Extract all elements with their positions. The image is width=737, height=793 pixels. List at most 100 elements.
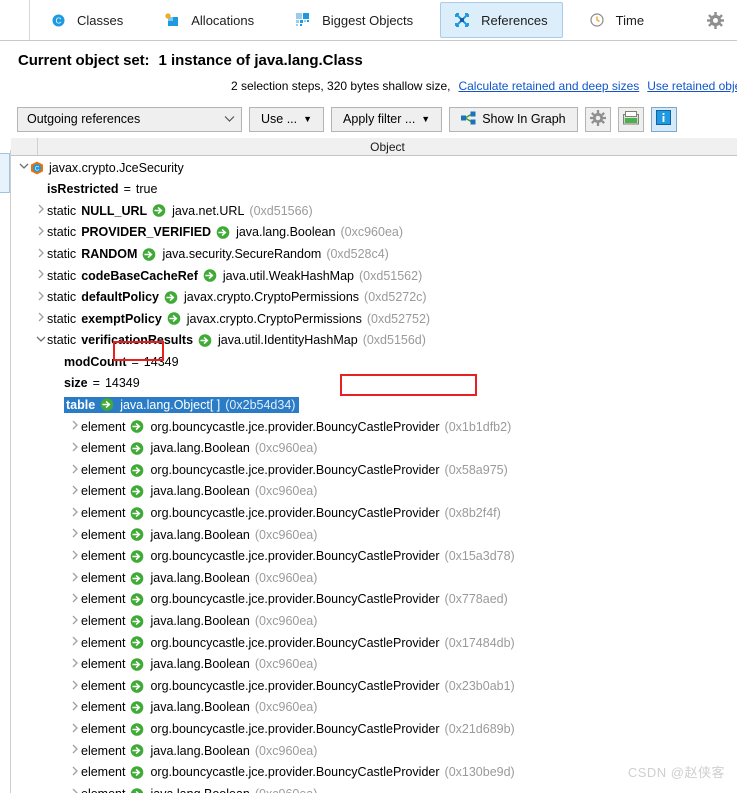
reference-arrow-icon <box>130 420 145 434</box>
row-type: java.lang.Boolean <box>150 700 250 715</box>
chevron-right-icon[interactable] <box>68 766 81 779</box>
chevron-right-icon[interactable] <box>68 744 81 757</box>
reference-arrow-icon <box>203 269 218 283</box>
table-row[interactable]: isRestricted = true <box>11 179 737 201</box>
table-row[interactable]: static PROVIDER_VERIFIED java.lang.Boolean… <box>11 222 737 244</box>
table-row[interactable]: static defaultPolicy javax.crypto.CryptoPe… <box>11 287 737 309</box>
collapsed-side-panel[interactable] <box>0 150 11 793</box>
chevron-right-icon[interactable] <box>68 701 81 714</box>
table-row[interactable]: static RANDOM java.security.SecureRandom (0… <box>11 243 737 265</box>
table-row[interactable]: element org.bouncycastle.jce.provider.Bou… <box>11 503 737 525</box>
show-in-graph-button[interactable]: Show In Graph <box>449 106 578 132</box>
chevron-right-icon[interactable] <box>68 420 81 433</box>
row-address: (0xd5272c) <box>364 290 427 305</box>
apply-filter-button[interactable]: Apply filter ... ▼ <box>331 106 443 132</box>
chevron-right-icon[interactable] <box>68 485 81 498</box>
chevron-right-icon[interactable] <box>68 788 81 793</box>
table-row[interactable]: element org.bouncycastle.jce.provider.Bou… <box>11 632 737 654</box>
row-field-name: exemptPolicy <box>81 311 162 326</box>
reference-mode-select[interactable]: Outgoing references <box>17 106 242 132</box>
chevron-down-icon[interactable] <box>34 335 47 346</box>
table-row[interactable]: element org.bouncycastle.jce.provider.Bou… <box>11 546 737 568</box>
chevron-right-icon[interactable] <box>68 528 81 541</box>
tab-classes[interactable]: C Classes <box>36 2 138 38</box>
chevron-right-icon[interactable] <box>68 658 81 671</box>
chevron-right-icon[interactable] <box>68 680 81 693</box>
row-type: java.lang.Object[ ] <box>120 397 221 412</box>
reference-arrow-icon <box>216 226 231 239</box>
tab-biggest-objects[interactable]: Biggest Objects <box>281 2 428 38</box>
table-row[interactable]: static NULL_URL java.net.URL (0xd51566) <box>11 200 737 222</box>
table-row[interactable]: element java.lang.Boolean (0xc960ea) <box>11 654 737 676</box>
table-row[interactable]: modCount = 14349 <box>11 351 737 373</box>
reference-arrow-icon <box>130 442 145 455</box>
row-field-name: element <box>81 462 126 477</box>
export-button[interactable] <box>617 106 644 132</box>
side-panel-expand-handle[interactable] <box>0 153 10 193</box>
apply-filter-label: Apply filter ... <box>343 112 416 126</box>
chevron-right-icon[interactable] <box>68 550 81 563</box>
chevron-right-icon[interactable] <box>68 723 81 736</box>
chevron-right-icon[interactable] <box>68 572 81 585</box>
chevron-right-icon[interactable] <box>68 593 81 606</box>
table-row[interactable]: element java.lang.Boolean (0xc960ea) <box>11 524 737 546</box>
table-row[interactable]: element java.lang.Boolean (0xc960ea) <box>11 740 737 762</box>
table-row[interactable]: element java.lang.Boolean (0xc960ea) <box>11 481 737 503</box>
chevron-right-icon[interactable] <box>68 442 81 455</box>
info-button[interactable] <box>650 106 677 132</box>
row-field-name: element <box>81 419 126 434</box>
reference-arrow-icon <box>130 766 145 779</box>
table-row[interactable]: element java.lang.Boolean (0xc960ea) <box>11 783 737 793</box>
table-row[interactable]: static verificationResults java.util.Ident… <box>11 330 737 352</box>
row-content: element org.bouncycastle.jce.provider.Bou… <box>81 419 511 434</box>
chevron-right-icon[interactable] <box>68 464 81 477</box>
chevron-down-icon[interactable] <box>17 162 30 173</box>
table-row[interactable]: element java.lang.Boolean (0xc960ea) <box>11 567 737 589</box>
tab-references[interactable]: References <box>440 2 563 38</box>
reference-arrow-icon <box>130 528 145 542</box>
use-menu-button[interactable]: Use ... ▼ <box>249 106 325 132</box>
tab-time[interactable]: Time <box>575 2 659 38</box>
calculate-retained-deep-sizes-link[interactable]: Calculate retained and deep sizes <box>458 79 639 93</box>
chevron-right-icon[interactable] <box>68 636 81 649</box>
tab-allocations[interactable]: Allocations <box>150 2 269 38</box>
chevron-right-icon[interactable] <box>34 291 47 304</box>
toolbar-settings-button[interactable] <box>584 106 611 132</box>
chevron-right-icon[interactable] <box>34 312 47 325</box>
row-type: org.bouncycastle.jce.provider.BouncyCast… <box>150 635 440 650</box>
chevron-down-icon[interactable] <box>51 400 64 411</box>
table-row[interactable]: static codeBaseCacheRef java.util.WeakHash… <box>11 265 737 287</box>
chevron-right-icon[interactable] <box>68 615 81 628</box>
table-row[interactable]: element org.bouncycastle.jce.provider.Bou… <box>11 416 737 438</box>
table-row[interactable]: element java.lang.Boolean (0xc960ea) <box>11 438 737 460</box>
table-row[interactable]: element java.lang.Boolean (0xc960ea) <box>11 697 737 719</box>
table-row[interactable]: table java.lang.Object[ ] (0x2b54d34) <box>11 395 737 417</box>
row-field-name: element <box>81 700 126 715</box>
row-value: 14349 <box>143 354 179 369</box>
row-content: element org.bouncycastle.jce.provider.Bou… <box>81 679 515 693</box>
view-settings-gear-icon[interactable] <box>700 2 731 38</box>
table-row[interactable]: element org.bouncycastle.jce.provider.Bou… <box>11 589 737 611</box>
row-content: element java.lang.Boolean (0xc960ea) <box>81 701 317 714</box>
chevron-right-icon[interactable] <box>34 226 47 239</box>
chevron-right-icon[interactable] <box>34 248 47 261</box>
table-row[interactable]: element org.bouncycastle.jce.provider.Bou… <box>11 675 737 697</box>
chevron-right-icon[interactable] <box>68 507 81 520</box>
table-row[interactable]: element org.bouncycastle.jce.provider.Bou… <box>11 718 737 740</box>
chevron-right-icon[interactable] <box>34 269 47 282</box>
table-row[interactable]: element java.lang.Boolean (0xc960ea) <box>11 610 737 632</box>
table-row[interactable]: Cjavax.crypto.JceSecurity <box>11 157 737 179</box>
table-row[interactable]: static exemptPolicy javax.crypto.CryptoPer… <box>11 308 737 330</box>
row-field-name: element <box>81 549 126 564</box>
row-type: java.lang.Boolean <box>150 788 249 793</box>
row-content: element java.lang.Boolean (0xc960ea) <box>81 787 317 793</box>
table-row[interactable]: element org.bouncycastle.jce.provider.Bou… <box>11 459 737 481</box>
table-row[interactable]: size = 14349 <box>11 373 737 395</box>
references-tree-table: Object Cjavax.crypto.JceSecurity isRestri… <box>11 138 737 793</box>
row-address: (0xd51562) <box>359 268 423 283</box>
reference-arrow-icon <box>130 636 145 650</box>
chevron-right-icon[interactable] <box>34 204 47 217</box>
use-retained-objects-link[interactable]: Use retained objec <box>647 79 737 93</box>
info-icon <box>656 110 672 128</box>
reference-arrow-icon <box>130 463 145 477</box>
